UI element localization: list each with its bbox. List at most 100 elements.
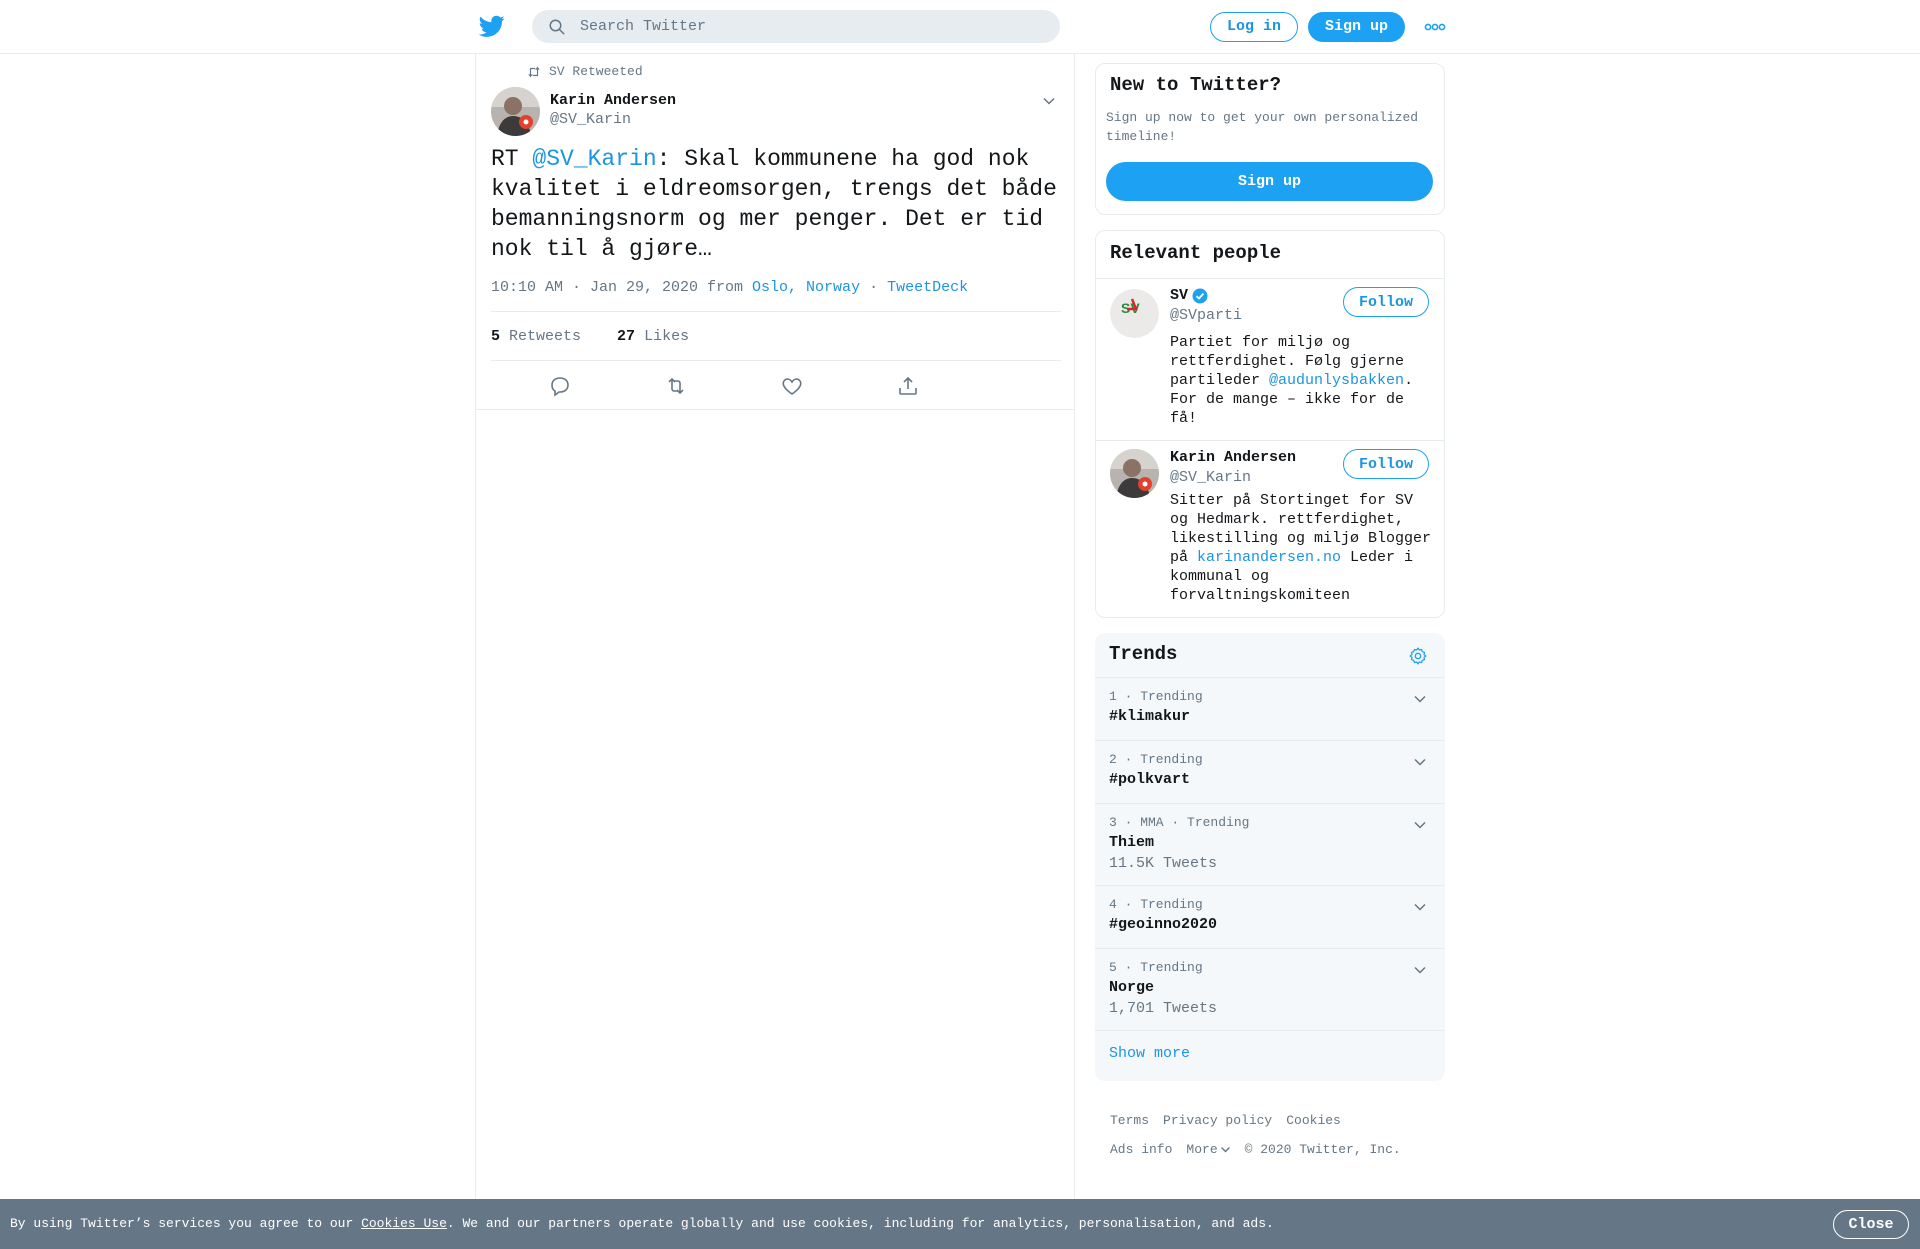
main-timeline: SV Retweeted Karin Andersen @SV_Karin RT… [475,54,1075,1199]
relevant-people-header: Relevant people [1096,231,1444,279]
footer-privacy-link[interactable]: Privacy policy [1163,1113,1272,1128]
footer-ads-info-link[interactable]: Ads info [1110,1142,1172,1157]
footer-more-menu[interactable]: More [1186,1142,1230,1157]
share-icon[interactable] [896,374,920,398]
trend-meta: 3 · MMA · Trending [1109,815,1250,830]
retweets-label: Retweets [500,328,582,345]
relevant-people-title: Relevant people [1110,242,1282,264]
signup-button-sidebar[interactable]: Sign up [1106,162,1433,201]
person-name[interactable]: Karin Andersen [1170,449,1296,466]
follow-button-sv[interactable]: Follow [1343,287,1429,317]
tweet-stats: 5 Retweets 27 Likes [491,311,1061,361]
retweeted-by-label: SV Retweeted [549,64,643,79]
person-bio-link[interactable]: karinandersen.no [1197,549,1341,566]
retweet-icon[interactable] [664,374,688,398]
cookie-close-button[interactable]: Close [1833,1210,1909,1239]
footer-terms-link[interactable]: Terms [1110,1113,1149,1128]
trend-item[interactable]: 5 · Trending Norge 1,701 Tweets [1095,949,1445,1031]
search-icon [549,19,565,35]
trend-meta: 1 · Trending [1109,689,1203,704]
trend-name[interactable]: #polkvart [1109,771,1190,788]
follow-button-karin[interactable]: Follow [1343,449,1429,479]
signup-button-header[interactable]: Sign up [1308,12,1405,42]
footer-copyright: © 2020 Twitter, Inc. [1244,1142,1401,1157]
person-bio-link[interactable]: @audunlysbakken [1269,372,1404,389]
chevron-down-icon[interactable] [1042,94,1056,108]
tweet-source-link[interactable]: TweetDeck [887,279,968,296]
footer-links-row-1: Terms Privacy policy Cookies [1110,1113,1341,1128]
person-name[interactable]: SV [1170,287,1188,304]
chevron-down-icon [1220,1147,1230,1153]
trend-name[interactable]: #geoinno2020 [1109,916,1217,933]
retweets-count: 5 [491,328,501,345]
tweet-text-prefix: RT [491,146,533,172]
person-item-sv[interactable]: SV SV @SVparti Follow Partiet for miljø … [1096,279,1444,441]
person-handle[interactable]: @SV_Karin [1170,469,1251,486]
cookie-consent-bar: By using Twitter’s services you agree to… [0,1199,1920,1249]
trends-title: Trends [1109,643,1178,665]
retweets-stat[interactable]: 5 Retweets [491,328,581,345]
search-box[interactable] [532,10,1060,43]
trend-item[interactable]: 1 · Trending #klimakur [1095,678,1445,741]
likes-label: Likes [635,328,690,345]
meta-separator: · [860,279,888,296]
chevron-down-icon[interactable] [1413,755,1427,769]
person-item-karin[interactable]: Karin Andersen @SV_Karin Follow Sitter p… [1096,441,1444,617]
trend-name[interactable]: #klimakur [1109,708,1190,725]
trend-item[interactable]: 2 · Trending #polkvart [1095,741,1445,804]
trend-meta: 2 · Trending [1109,752,1203,767]
trends-card: Trends 1 · Trending #klimakur 2 · Trendi… [1095,633,1445,1081]
tweet-timestamp: 10:10 AM · Jan 29, 2020 from [491,279,753,296]
tweet-text: RT @SV_Karin: Skal kommunene ha god nok … [491,144,1061,264]
footer-cookies-link[interactable]: Cookies [1286,1113,1341,1128]
trend-meta: 5 · Trending [1109,960,1203,975]
show-more-link[interactable]: Show more [1109,1045,1190,1062]
new-to-twitter-description: Sign up now to get your own personalized… [1106,110,1419,144]
trends-header: Trends [1095,633,1445,678]
karin-avatar[interactable] [1110,449,1159,498]
verified-badge-icon [1192,288,1208,303]
more-options-icon[interactable] [1424,22,1446,32]
author-name[interactable]: Karin Andersen [550,92,676,109]
search-input[interactable] [580,10,1040,43]
person-handle[interactable]: @SVparti [1170,307,1242,324]
author-photo-icon [491,87,540,136]
author-handle[interactable]: @SV_Karin [550,111,631,128]
login-button[interactable]: Log in [1210,12,1298,42]
retweet-context: SV Retweeted [527,64,643,79]
twitter-logo-icon[interactable] [478,13,506,39]
trend-item[interactable]: 3 · MMA · Trending Thiem 11.5K Tweets [1095,804,1445,886]
gear-icon[interactable] [1408,646,1428,666]
retweet-small-icon [528,66,540,77]
likes-stat[interactable]: 27 Likes [617,328,689,345]
person-name-row: Karin Andersen [1170,449,1296,466]
trend-item[interactable]: 4 · Trending #geoinno2020 [1095,886,1445,949]
new-to-twitter-card: New to Twitter? Sign up now to get your … [1095,63,1445,215]
chevron-down-icon[interactable] [1413,900,1427,914]
person-bio: Partiet for miljø og rettferdighet. Følg… [1170,333,1432,428]
footer-links-row-2: Ads info More © 2020 Twitter, Inc. [1110,1142,1401,1157]
tweet-meta: 10:10 AM · Jan 29, 2020 from Oslo, Norwa… [491,279,968,296]
tweet-location-link[interactable]: Oslo, Norway [752,279,860,296]
footer-more-label: More [1186,1142,1218,1157]
trend-name[interactable]: Norge [1109,979,1154,996]
relevant-people-card: Relevant people SV SV @SVparti Follow Pa… [1095,230,1445,618]
author-avatar[interactable] [491,87,540,136]
chevron-down-icon[interactable] [1413,692,1427,706]
tweet-mention-link[interactable]: @SV_Karin [532,146,656,172]
trend-meta: 4 · Trending [1109,897,1203,912]
cookie-text: By using Twitter’s services you agree to… [10,1216,1274,1231]
cookies-use-link[interactable]: Cookies Use [361,1216,447,1231]
chevron-down-icon[interactable] [1413,963,1427,977]
trend-tweet-count: 1,701 Tweets [1109,1000,1218,1017]
karin-photo-icon [1110,449,1159,498]
chevron-down-icon[interactable] [1413,818,1427,832]
person-name-row: SV [1170,287,1208,304]
like-heart-icon[interactable] [780,374,804,398]
sv-avatar[interactable]: SV [1110,289,1159,338]
cookie-text-start: By using Twitter’s services you agree to… [10,1216,362,1231]
reply-icon[interactable] [548,374,572,398]
trend-name[interactable]: Thiem [1109,834,1154,851]
cookie-text-end: . We and our partners operate globally a… [446,1216,1274,1231]
sv-logo-icon: SV [1110,289,1159,338]
